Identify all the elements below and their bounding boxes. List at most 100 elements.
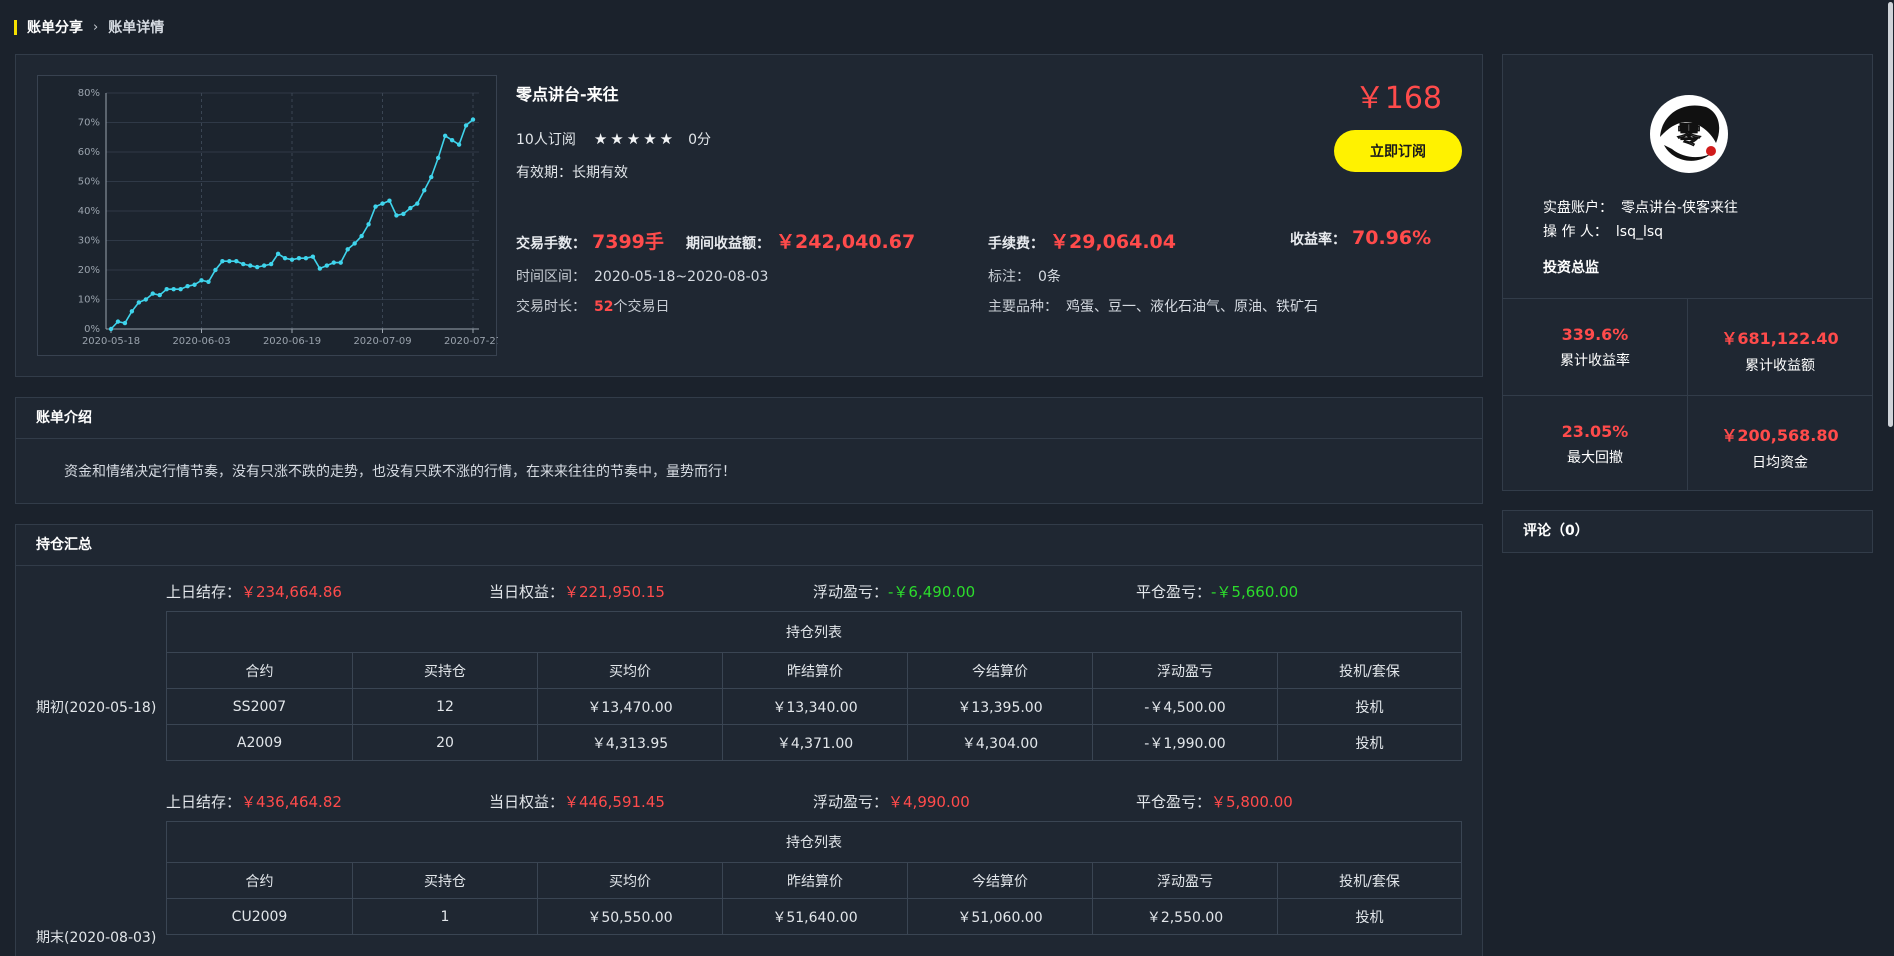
data-point (227, 258, 232, 264)
metric-label: 累计收益额 (1745, 358, 1815, 374)
closing-pnl: 平仓盈亏：-￥5,660.00 (1136, 581, 1298, 602)
metric-value: ￥681,122.40 (1721, 329, 1839, 348)
data-point (429, 174, 434, 180)
avatar-char: 零 (1676, 120, 1702, 149)
period-profit-stat: 期间收益额： ￥242,040.67 (686, 227, 915, 254)
y-tick-label: 30% (78, 236, 100, 247)
return-stat: 收益率： 70.96% (1290, 227, 1431, 249)
holdings-table-title: 持仓列表 (165, 611, 1463, 653)
x-tick-label: 2020-05-18 (82, 336, 140, 347)
invest-director-title: 投资总监 (1543, 260, 1599, 276)
avatar[interactable]: 零 (1650, 95, 1728, 173)
y-tick-label: 0% (84, 324, 100, 335)
data-point (310, 254, 316, 259)
data-point (122, 320, 128, 326)
prev-balance-label: 上日结存： (166, 793, 242, 811)
data-point (150, 291, 155, 296)
data-point (463, 123, 469, 128)
return-chart-svg: 0% 10% 20% 30% 40% 50% 60% 70% 80% 2020-05-18 2020… (78, 88, 498, 347)
data-point (248, 263, 253, 268)
period-profit-label: 期间收益额： (686, 236, 770, 252)
floating-pnl-label: 浮动盈亏： (813, 793, 889, 811)
star-icon: ★ (659, 130, 674, 148)
data-point (157, 292, 162, 298)
closing-pnl: 平仓盈亏：￥5,800.00 (1136, 791, 1293, 812)
table-cell: ￥13,470.00 (537, 688, 723, 725)
rating-score: 0分 (688, 132, 712, 148)
table-header-row: 合约 买持仓 买均价 昨结算价 今结算价 浮动盈亏 投机/套保 (166, 652, 1463, 689)
data-point (199, 278, 204, 283)
column-header: 买持仓 (352, 652, 538, 689)
prev-balance-value: ￥436,464.82 (241, 793, 342, 811)
metric-value: ￥200,568.80 (1721, 426, 1839, 445)
column-header: 投机/套保 (1276, 862, 1463, 899)
breadcrumb-parent-link[interactable]: 账单分享 (27, 17, 83, 37)
column-header: 合约 (166, 862, 353, 899)
daily-equity-label: 当日权益： (489, 793, 565, 811)
y-tick-label: 10% (78, 295, 100, 306)
column-header: 昨结算价 (722, 862, 908, 899)
daily-equity-value: ￥446,591.45 (564, 793, 665, 811)
daily-equity: 当日权益：￥221,950.15 (489, 581, 665, 602)
data-point (268, 261, 274, 267)
fee-label: 手续费： (988, 236, 1044, 252)
data-point (171, 286, 176, 292)
data-point (442, 133, 448, 138)
table-cell: ￥4,313.95 (537, 724, 723, 761)
y-tick-label: 80% (78, 88, 100, 99)
data-point (185, 284, 190, 289)
period-label: 期末(2020-08-03) (36, 930, 157, 946)
validity-text: 有效期：长期有效 (516, 165, 628, 181)
avatar-logo-icon: 零 (1653, 98, 1725, 170)
holdings-table: 持仓列表 合约 买持仓 买均价 昨结算价 今结算价 浮动盈亏 投机/套保 CU2009 1 ￥50,… (165, 821, 1463, 935)
floating-pnl: 浮动盈亏：￥4,990.00 (813, 791, 970, 812)
main-varieties: 主要品种： 鸡蛋、豆一、液化石油气、原油、铁矿石 (988, 296, 1318, 316)
table-cell: 20 (352, 724, 538, 761)
x-tick-label: 2020-07-27 (444, 336, 498, 347)
breadcrumb-accent-bar (14, 19, 17, 35)
scrollbar-thumb[interactable] (1888, 2, 1893, 427)
product-name: 零点讲台-来往 (516, 85, 619, 104)
closing-pnl-label: 平仓盈亏： (1136, 793, 1212, 811)
breadcrumb: 账单分享 › 账单详情 (14, 16, 164, 38)
page-scrollbar[interactable] (1886, 0, 1894, 956)
fee-stat: 手续费： ￥29,064.04 (988, 227, 1176, 254)
comments-title[interactable]: 评论（0） (1503, 511, 1872, 552)
table-cell: ￥50,550.00 (537, 898, 723, 935)
data-point (345, 247, 350, 252)
period-profit-value: ￥242,040.67 (776, 231, 916, 253)
metric-label: 累计收益率 (1560, 353, 1630, 369)
table-cell: 投机 (1276, 688, 1463, 725)
y-tick-label: 60% (78, 147, 100, 158)
star-icon: ★ (593, 130, 608, 148)
holdings-table: 持仓列表 合约 买持仓 买均价 昨结算价 今结算价 浮动盈亏 投机/套保 SS2007 12 ￥13… (165, 611, 1463, 761)
breadcrumb-current: 账单详情 (108, 20, 165, 36)
data-point (470, 117, 476, 122)
period-summary: 上日结存：￥436,464.82 当日权益：￥446,591.45 浮动盈亏：￥4,… (166, 791, 1466, 815)
data-point (415, 201, 420, 206)
subscribe-button[interactable]: 立即订阅 (1334, 130, 1462, 172)
return-label: 收益率： (1290, 232, 1346, 248)
table-row: A2009 20 ￥4,313.95 ￥4,371.00 ￥4,304.00 -￥1,99… (166, 724, 1463, 761)
daily-equity-value: ￥221,950.15 (564, 583, 665, 601)
data-point (206, 279, 211, 284)
data-point (289, 257, 295, 262)
trade-lots-value: 7399手 (592, 231, 664, 253)
floating-pnl-value: -￥6,490.00 (888, 583, 976, 601)
trade-duration-unit: 个交易日 (613, 299, 670, 315)
closing-pnl-value: -￥5,660.00 (1211, 583, 1299, 601)
period-summary: 上日结存：￥234,664.86 当日权益：￥221,950.15 浮动盈亏：-￥6… (166, 581, 1466, 605)
table-cell: A2009 (166, 724, 353, 761)
data-point (143, 297, 149, 302)
trade-duration-days: 52 (594, 299, 614, 315)
data-point (359, 233, 364, 239)
trade-lots-stat: 交易手数： 7399手 (516, 227, 664, 254)
table-row: SS2007 12 ￥13,470.00 ￥13,340.00 ￥13,395.00 -￥… (166, 688, 1463, 725)
data-point (317, 266, 323, 271)
data-point (136, 300, 142, 305)
metric-label: 最大回撤 (1567, 450, 1623, 466)
data-point (394, 213, 399, 218)
y-tick-label: 20% (78, 265, 100, 276)
star-icon: ★ (626, 130, 641, 148)
floating-pnl-value: ￥4,990.00 (888, 793, 970, 811)
